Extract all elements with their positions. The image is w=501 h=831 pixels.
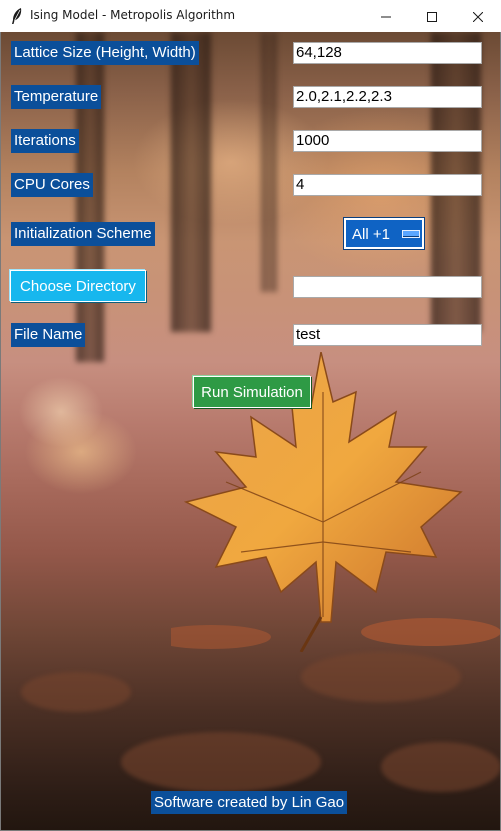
footer-credit: Software created by Lin Gao — [151, 791, 348, 814]
lattice-size-input[interactable] — [293, 42, 482, 64]
background-fallen-leaf — [301, 652, 461, 702]
background-fallen-leaf — [21, 672, 131, 712]
minimize-button[interactable] — [363, 0, 409, 32]
temperature-input[interactable] — [293, 86, 482, 108]
choose-directory-button[interactable]: Choose Directory — [10, 270, 146, 302]
run-simulation-button[interactable]: Run Simulation — [193, 376, 311, 408]
minimize-icon — [381, 7, 391, 26]
directory-input[interactable] — [293, 276, 482, 298]
client-area: Lattice Size (Height, Width) Temperature… — [1, 32, 500, 830]
maximize-button[interactable] — [409, 0, 455, 32]
background-fallen-leaf — [121, 732, 321, 792]
background-tree-trunk — [76, 32, 104, 362]
background-tree-trunk — [171, 32, 211, 332]
cpu-cores-label: CPU Cores — [11, 173, 93, 197]
cpu-cores-input[interactable] — [293, 174, 482, 196]
lattice-size-label: Lattice Size (Height, Width) — [11, 41, 199, 65]
close-icon — [472, 7, 484, 26]
background-fallen-leaf — [381, 742, 500, 792]
feather-icon — [10, 7, 24, 25]
option-menu-indicator-icon — [402, 230, 420, 238]
initialization-scheme-dropdown[interactable]: All +1 — [344, 218, 424, 249]
maximize-icon — [427, 7, 437, 26]
close-button[interactable] — [455, 0, 501, 32]
file-name-label: File Name — [11, 323, 86, 347]
temperature-label: Temperature — [11, 85, 102, 109]
file-name-input[interactable] — [293, 324, 482, 346]
initialization-scheme-label: Initialization Scheme — [11, 222, 155, 246]
iterations-label: Iterations — [11, 129, 79, 153]
window-title: Ising Model - Metropolis Algorithm — [30, 8, 236, 22]
app-window: Ising Model - Metropolis Algorithm Latti… — [0, 0, 501, 831]
initialization-scheme-selected: All +1 — [352, 226, 390, 243]
title-bar[interactable]: Ising Model - Metropolis Algorithm — [0, 0, 501, 32]
background-tree-trunk — [261, 32, 277, 292]
iterations-input[interactable] — [293, 130, 482, 152]
